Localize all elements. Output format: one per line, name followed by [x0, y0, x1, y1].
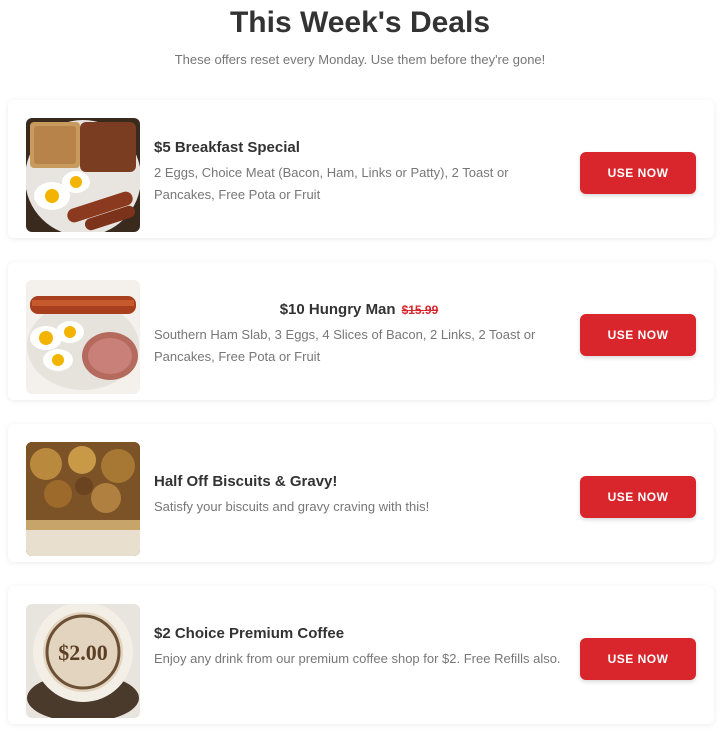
deal-name: $2 Choice Premium Coffee: [154, 625, 345, 642]
coffee-price-label: $2.00: [58, 640, 108, 665]
use-now-button[interactable]: USE NOW: [580, 638, 696, 680]
old-price: $15.99: [401, 303, 439, 317]
page-subtitle: These offers reset every Monday. Use the…: [174, 52, 546, 67]
deal-description: Satisfy your biscuits and gravy craving …: [154, 499, 430, 514]
deal-card-premium-coffee: $2.00 $2 Choice Premium Coffee Enjoy any…: [8, 586, 714, 724]
deal-name: Half Off Biscuits & Gravy!: [154, 473, 338, 490]
deal-card-hungry-man: $10 Hungry Man $15.99 Southern Ham Slab, …: [8, 262, 714, 400]
deal-description: Enjoy any drink from our premium coffee …: [154, 651, 561, 666]
hungry-man-plate-image: [26, 280, 140, 394]
use-now-button[interactable]: USE NOW: [580, 476, 696, 518]
deal-info: $2 Choice Premium Coffee Enjoy any drink…: [154, 624, 564, 670]
biscuits-gravy-image: [26, 442, 140, 556]
deal-name-row: $10 Hungry Man $15.99: [154, 300, 564, 320]
deals-page: This Week's Deals These offers reset eve…: [0, 0, 720, 754]
breakfast-plate-image: [26, 118, 140, 232]
deal-info: Half Off Biscuits & Gravy! Satisfy your …: [154, 472, 564, 518]
deal-description: 2 Eggs, Choice Meat (Bacon, Ham, Links o…: [154, 165, 509, 202]
use-now-button[interactable]: USE NOW: [580, 314, 696, 356]
deal-name: $10 Hungry Man: [279, 301, 396, 318]
coffee-cup-image: $2.00: [26, 604, 140, 718]
deal-card-biscuits-gravy: Half Off Biscuits & Gravy! Satisfy your …: [8, 424, 714, 562]
use-now-button[interactable]: USE NOW: [580, 152, 696, 194]
deal-description: Southern Ham Slab, 3 Eggs, 4 Slices of B…: [154, 327, 536, 364]
page-title: This Week's Deals: [229, 6, 491, 39]
deal-name: $5 Breakfast Special: [154, 139, 300, 156]
deal-card-breakfast-special: $5 Breakfast Special 2 Eggs, Choice Meat…: [8, 100, 714, 238]
deal-info: $10 Hungry Man $15.99 Southern Ham Slab, …: [154, 300, 564, 368]
deal-info: $5 Breakfast Special 2 Eggs, Choice Meat…: [154, 138, 564, 206]
